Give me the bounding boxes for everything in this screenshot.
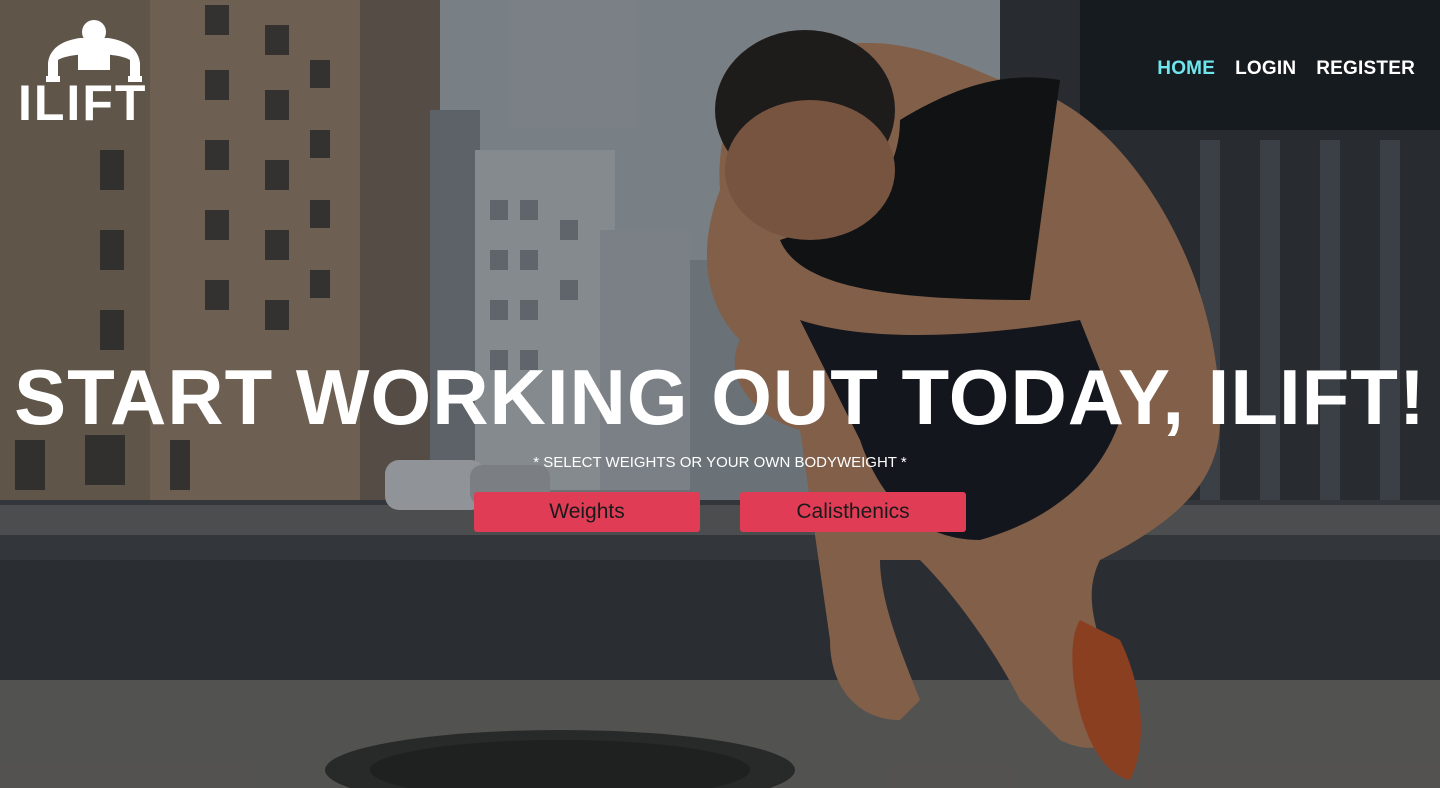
hero-subline: * SELECT WEIGHTS OR YOUR OWN BODYWEIGHT …: [533, 454, 907, 471]
brand-name: ILIFT: [18, 75, 148, 131]
ilift-logo[interactable]: ILIFT: [18, 18, 188, 128]
calisthenics-button[interactable]: Calisthenics: [740, 492, 966, 532]
workout-type-buttons: Weights Calisthenics: [474, 492, 966, 532]
hero-headline: START WORKING OUT TODAY, ILIFT!: [14, 353, 1426, 441]
nav-register-link[interactable]: REGISTER: [1316, 58, 1415, 80]
main-nav: HOME LOGIN REGISTER: [1157, 58, 1415, 80]
weights-button[interactable]: Weights: [474, 492, 700, 532]
nav-login-link[interactable]: LOGIN: [1235, 58, 1296, 80]
nav-home-link[interactable]: HOME: [1157, 58, 1215, 80]
